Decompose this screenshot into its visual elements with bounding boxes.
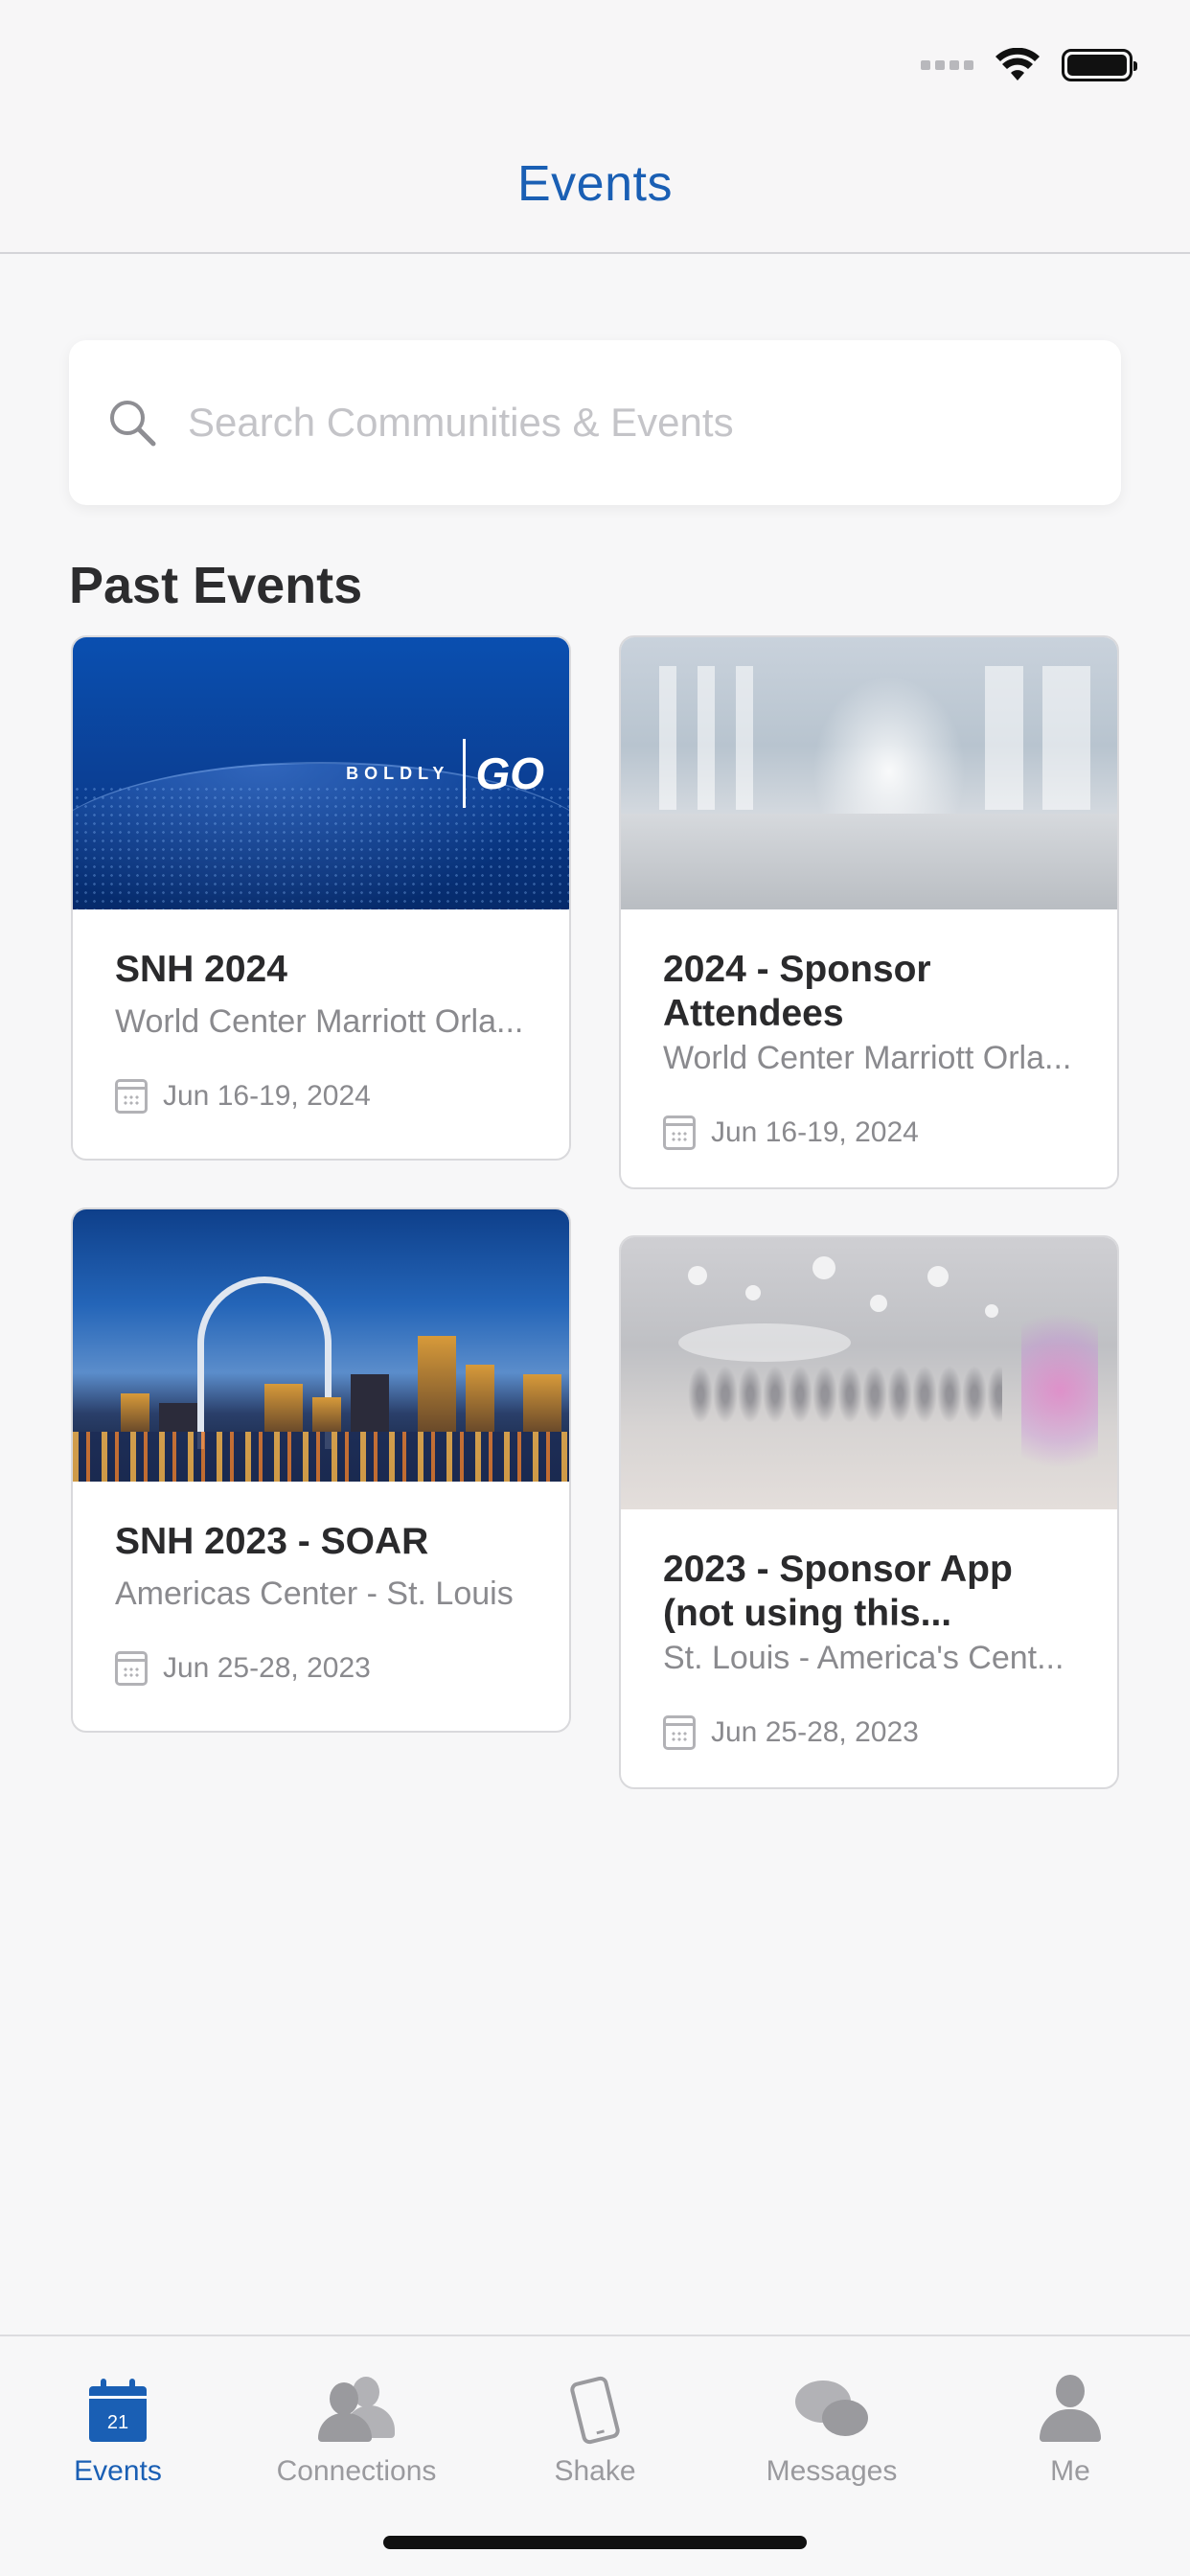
boldly-go-logo: BOLDLY GO — [346, 739, 544, 808]
event-title: SNH 2024 — [115, 949, 287, 990]
tab-label: Connections — [276, 2455, 437, 2487]
nav-header: Events — [0, 0, 1190, 254]
event-date: Jun 16-19, 2024 — [711, 1116, 919, 1148]
event-venue: Americas Center - St. Louis — [115, 1576, 514, 1612]
person-icon — [1040, 2375, 1101, 2442]
tab-label: Shake — [554, 2455, 636, 2487]
event-date: Jun 25-28, 2023 — [163, 1652, 371, 1684]
event-venue: World Center Marriott Orla... — [115, 1003, 524, 1040]
calendar-icon: 21 — [89, 2379, 147, 2442]
calendar-icon — [663, 1715, 696, 1750]
cellular-signal-icon — [921, 60, 973, 70]
event-date: Jun 16-19, 2024 — [163, 1080, 371, 1112]
status-bar — [921, 46, 1137, 84]
tab-connections[interactable]: Connections — [246, 2356, 467, 2488]
event-venue: St. Louis - America's Cent... — [663, 1640, 1064, 1676]
event-title: SNH 2023 - SOAR — [115, 1521, 429, 1562]
tab-messages[interactable]: Messages — [721, 2356, 942, 2488]
search-icon — [110, 401, 156, 447]
tab-me[interactable]: Me — [960, 2356, 1180, 2488]
search-input[interactable] — [188, 400, 1088, 446]
page-title: Events — [517, 156, 673, 212]
battery-icon — [1062, 49, 1137, 81]
tab-label: Events — [74, 2455, 162, 2487]
people-icon — [318, 2375, 395, 2442]
event-title: 2024 - Sponsor Attendees — [663, 949, 931, 1034]
event-banner-image: BOLDLY GO — [73, 637, 569, 909]
event-title: 2023 - Sponsor App (not using this... — [663, 1549, 1013, 1634]
phone-shake-icon — [568, 2375, 622, 2446]
tab-label: Messages — [766, 2455, 898, 2487]
chat-bubbles-icon — [795, 2380, 868, 2442]
tab-label: Me — [1050, 2455, 1090, 2487]
wifi-icon — [995, 48, 1040, 80]
calendar-icon — [115, 1651, 148, 1686]
search-bar[interactable] — [69, 340, 1121, 505]
event-date: Jun 25-28, 2023 — [711, 1716, 919, 1748]
event-card[interactable]: BOLDLY GO SNH 2024 World Center Marriott… — [71, 635, 571, 1161]
st-louis-skyline-image — [73, 1209, 569, 1482]
event-card[interactable]: 2023 - Sponsor App (not using this... St… — [619, 1235, 1119, 1789]
section-title-past-events: Past Events — [69, 557, 363, 614]
tab-events[interactable]: 21 Events — [8, 2356, 228, 2488]
convention-hall-image — [621, 637, 1117, 909]
expo-floor-image — [621, 1237, 1117, 1509]
calendar-icon — [663, 1116, 696, 1150]
tab-shake[interactable]: Shake — [485, 2356, 705, 2488]
home-indicator[interactable] — [383, 2536, 807, 2549]
event-venue: World Center Marriott Orla... — [663, 1040, 1072, 1076]
event-card[interactable]: SNH 2023 - SOAR Americas Center - St. Lo… — [71, 1208, 571, 1733]
event-card[interactable]: 2024 - Sponsor Attendees World Center Ma… — [619, 635, 1119, 1189]
calendar-icon — [115, 1079, 148, 1114]
